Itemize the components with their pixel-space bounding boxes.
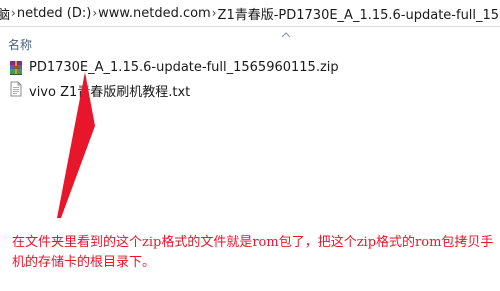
annotation-text: 在文件夹里看到的这个zip格式的文件就是rom包了，把这个zip格式的rom包拷… xyxy=(12,235,494,270)
sort-ascending-icon[interactable] xyxy=(279,30,293,40)
winrar-archive-icon xyxy=(10,61,22,75)
breadcrumb-item-computer[interactable]: 脑 xyxy=(0,4,11,23)
breadcrumb-item-folder[interactable]: www.netded.com xyxy=(97,6,212,21)
address-bar[interactable]: 脑 › netded (D:) › www.netded.com › Z1青春版… xyxy=(0,0,500,27)
file-list-item[interactable]: PD1730E_A_1.15.6-update-full_1565960115.… xyxy=(0,58,500,78)
text-file-icon xyxy=(10,81,22,97)
column-header: 名称 xyxy=(0,27,500,57)
file-list-item[interactable]: vivo Z1青春版刷机教程.txt xyxy=(0,79,500,100)
file-name: vivo Z1青春版刷机教程.txt xyxy=(29,85,191,100)
breadcrumb-item-drive[interactable]: netded (D:) xyxy=(16,6,93,21)
breadcrumb-item-current-folder[interactable]: Z1青春版-PD1730E_A_1.15.6-update-full_15659… xyxy=(217,4,500,23)
name-column-header[interactable]: 名称 xyxy=(8,36,32,53)
file-name: PD1730E_A_1.15.6-update-full_1565960115.… xyxy=(29,60,339,75)
